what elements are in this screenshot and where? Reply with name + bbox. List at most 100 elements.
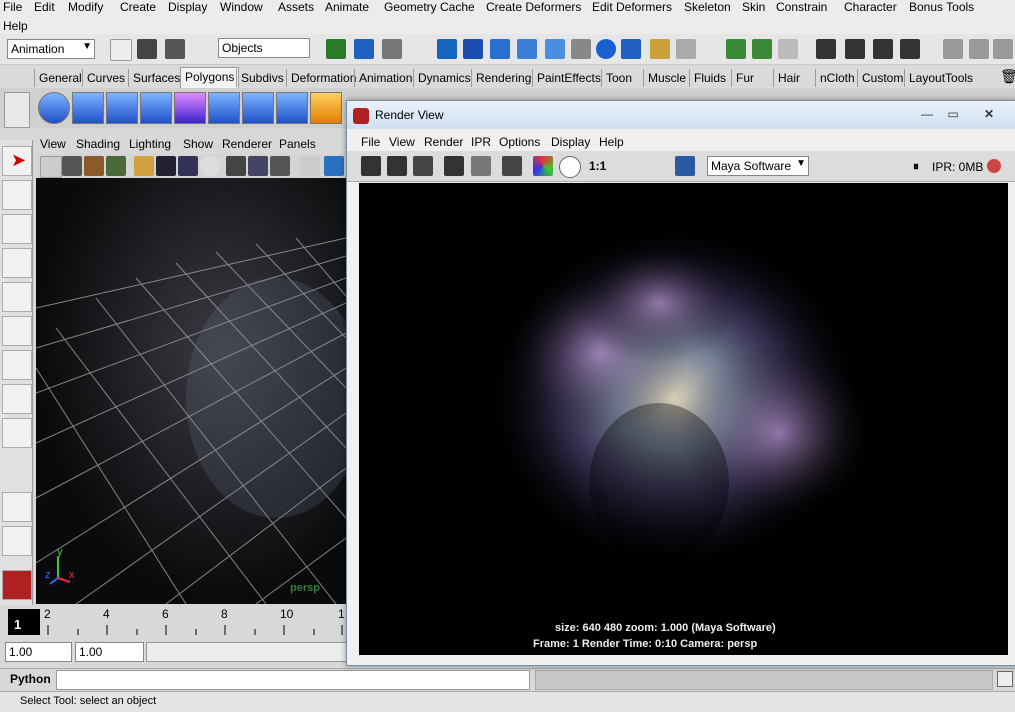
alpha-channel-icon[interactable] — [559, 156, 581, 178]
resolution-gate-icon[interactable] — [178, 156, 198, 176]
poly-extrude-icon[interactable] — [242, 92, 274, 124]
select-camera-icon[interactable] — [40, 156, 62, 178]
open-scene-icon[interactable] — [137, 39, 157, 59]
bookmark-icon[interactable] — [84, 156, 104, 176]
command-language-label[interactable]: Python — [10, 672, 51, 686]
input-ops-icon[interactable] — [726, 39, 746, 59]
tab-animation[interactable]: Animation — [354, 69, 416, 87]
soft-modification-icon[interactable] — [2, 384, 32, 414]
poly-plane-icon[interactable] — [174, 92, 206, 124]
rv-menu-display[interactable]: Display — [551, 135, 590, 149]
refresh-ipr-icon[interactable] — [471, 156, 491, 176]
tab-layouttools[interactable]: LayoutTools — [904, 69, 977, 87]
menu-bonus-tools[interactable]: Bonus Tools — [909, 0, 974, 14]
channel-box-icon[interactable] — [993, 39, 1013, 59]
remove-image-icon[interactable] — [645, 156, 665, 176]
select-by-component-icon[interactable] — [382, 39, 402, 59]
menu-geometry-cache[interactable]: Geometry Cache — [384, 0, 475, 14]
tab-rendering[interactable]: Rendering — [471, 69, 535, 87]
universal-manipulator-icon[interactable] — [2, 350, 32, 380]
viewport-menu-shading[interactable]: Shading — [76, 137, 120, 151]
viewport-menu-show[interactable]: Show — [183, 137, 213, 151]
rgb-channels-icon[interactable] — [533, 156, 553, 176]
poly-cone-icon[interactable] — [140, 92, 172, 124]
poly-cube-icon[interactable] — [72, 92, 104, 124]
attribute-editor-icon[interactable] — [943, 39, 963, 59]
perspective-viewport[interactable]: y x z persp — [36, 178, 346, 604]
rv-menu-file[interactable]: File — [361, 135, 380, 149]
renderer-dropdown[interactable]: Maya Software ▼ — [707, 156, 809, 176]
render-settings-icon[interactable] — [900, 39, 920, 59]
tab-fur[interactable]: Fur — [731, 69, 758, 87]
image-plane-icon[interactable] — [106, 156, 126, 176]
tab-painteffects[interactable]: PaintEffects — [532, 69, 605, 87]
menu-create-deformers[interactable]: Create Deformers — [486, 0, 581, 14]
viewport-menu-panels[interactable]: Panels — [279, 137, 316, 151]
shelf-menu-button[interactable] — [4, 92, 30, 128]
menu-constrain[interactable]: Constrain — [776, 0, 827, 14]
snap-plane-icon[interactable] — [517, 39, 537, 59]
keep-image-icon[interactable] — [619, 156, 639, 176]
range-end-field[interactable]: 1.00 — [75, 642, 144, 662]
tab-subdivs[interactable]: Subdivs — [236, 69, 288, 87]
menu-modify[interactable]: Modify — [68, 0, 103, 14]
ipr-status-icon[interactable] — [987, 159, 1001, 173]
selection-highlight-icon[interactable] — [676, 39, 696, 59]
rv-menu-ipr[interactable]: IPR — [471, 135, 491, 149]
xray-icon[interactable] — [300, 156, 320, 176]
wireframe-icon[interactable] — [200, 156, 220, 176]
rv-menu-help[interactable]: Help — [599, 135, 624, 149]
render-frame-icon[interactable] — [845, 39, 865, 59]
snapshot-icon[interactable] — [413, 156, 433, 176]
redo-render-icon[interactable] — [361, 156, 381, 176]
trash-icon[interactable]: 🗑 — [1000, 68, 1015, 85]
select-tool-icon[interactable]: ➤ — [2, 146, 32, 176]
maximize-icon[interactable]: ▭ — [941, 105, 965, 123]
tab-toon[interactable]: Toon — [601, 69, 636, 87]
menu-help[interactable]: Help — [3, 19, 28, 33]
four-view-layout-icon[interactable] — [2, 526, 32, 556]
poly-sphere-icon[interactable] — [38, 92, 70, 124]
menu-create[interactable]: Create — [120, 0, 156, 14]
poly-torus-icon[interactable] — [208, 92, 240, 124]
rv-menu-view[interactable]: View — [389, 135, 415, 149]
attribute-icon[interactable] — [778, 39, 798, 59]
tab-deformation[interactable]: Deformation — [286, 69, 360, 87]
snap-grid-icon[interactable] — [437, 39, 457, 59]
save-scene-icon[interactable] — [165, 39, 185, 59]
viewport-menu-renderer[interactable]: Renderer — [222, 137, 272, 151]
render-image[interactable]: size: 640 480 zoom: 1.000 (Maya Software… — [359, 183, 1008, 655]
render-settings-icon[interactable] — [502, 156, 522, 176]
lights-icon[interactable] — [270, 156, 290, 176]
tab-polygons[interactable]: Polygons — [180, 67, 240, 89]
make-live-icon[interactable] — [545, 39, 565, 59]
tab-muscle[interactable]: Muscle — [643, 69, 690, 87]
grid-toggle-icon[interactable] — [134, 156, 154, 176]
menu-window[interactable]: Window — [220, 0, 263, 14]
snap-curve-icon[interactable] — [463, 39, 483, 59]
tab-hair[interactable]: Hair — [773, 69, 804, 87]
smooth-shade-icon[interactable] — [226, 156, 246, 176]
viewport-menu-view[interactable]: View — [40, 137, 66, 151]
camera-attributes-icon[interactable] — [62, 156, 82, 176]
rv-menu-options[interactable]: Options — [499, 135, 540, 149]
tab-general[interactable]: General — [34, 69, 86, 87]
selection-mode-field[interactable]: Objects — [218, 38, 310, 58]
menu-edit[interactable]: Edit — [34, 0, 55, 14]
range-slider-bar[interactable] — [146, 642, 348, 662]
scale-tool-icon[interactable] — [2, 316, 32, 346]
tab-ncloth[interactable]: nCloth — [815, 69, 859, 87]
poly-bevel-icon[interactable] — [276, 92, 308, 124]
pause-icon[interactable]: ⏸ — [913, 159, 919, 174]
film-gate-icon[interactable] — [156, 156, 176, 176]
poly-cylinder-icon[interactable] — [106, 92, 138, 124]
ipr-render-icon[interactable] — [873, 39, 893, 59]
menu-file[interactable]: File — [3, 0, 22, 14]
tab-fluids[interactable]: Fluids — [689, 69, 730, 87]
move-tool-icon[interactable] — [2, 248, 32, 278]
tab-dynamics[interactable]: Dynamics — [413, 69, 475, 87]
textured-icon[interactable] — [248, 156, 268, 176]
tab-custom[interactable]: Custom — [857, 69, 907, 87]
display-render-globals-icon[interactable] — [675, 156, 695, 176]
help-icon[interactable] — [621, 39, 641, 59]
